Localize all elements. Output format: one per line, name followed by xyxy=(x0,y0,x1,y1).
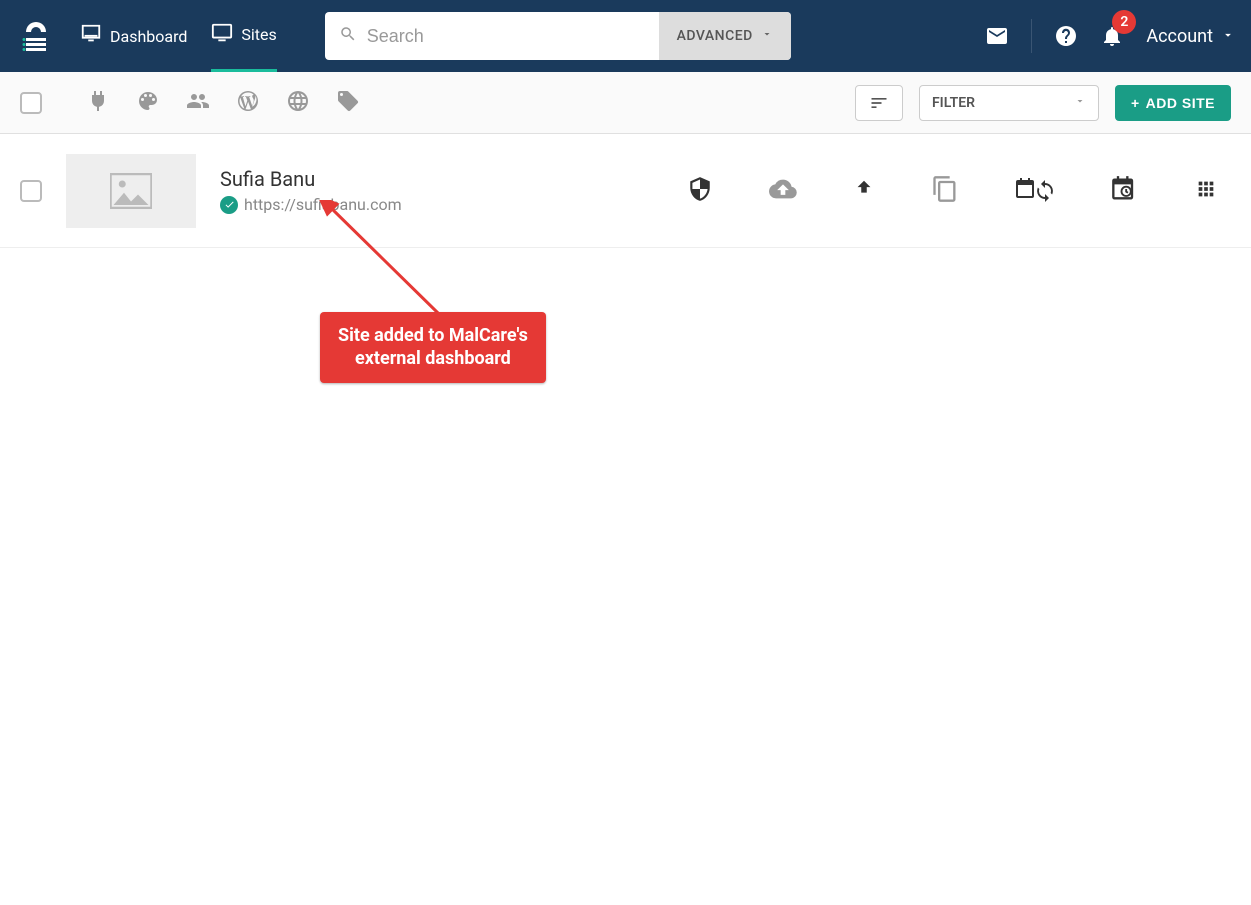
toolbar-right: FILTER + ADD SITE xyxy=(855,85,1231,121)
search-input[interactable] xyxy=(367,26,645,47)
staging-icon[interactable] xyxy=(931,175,959,207)
dashboard-icon xyxy=(80,23,102,49)
history-schedule-icon[interactable] xyxy=(1111,175,1139,207)
security-icon[interactable] xyxy=(687,176,713,206)
site-thumbnail xyxy=(66,154,196,228)
search-container: ADVANCED xyxy=(325,12,791,60)
select-all-checkbox[interactable] xyxy=(20,92,42,114)
nav-sites[interactable]: Sites xyxy=(211,0,276,72)
chevron-down-icon xyxy=(761,28,773,44)
account-menu[interactable]: Account xyxy=(1146,26,1235,47)
site-row: Sufia Banu https://sufiabanu.com xyxy=(0,134,1251,248)
advanced-label: ADVANCED xyxy=(677,28,753,44)
upload-icon[interactable] xyxy=(853,178,875,204)
annotation-line1: Site added to MalCare's xyxy=(338,325,528,346)
sync-schedule-icon[interactable] xyxy=(1015,175,1055,207)
plugin-icon[interactable] xyxy=(86,89,110,117)
add-site-button[interactable]: + ADD SITE xyxy=(1115,85,1231,121)
annotation-line2: external dashboard xyxy=(355,348,511,369)
sites-toolbar: FILTER + ADD SITE xyxy=(0,72,1251,134)
site-url[interactable]: https://sufiabanu.com xyxy=(244,195,402,214)
separator xyxy=(1031,19,1032,53)
filter-select[interactable]: FILTER xyxy=(919,85,1099,121)
chevron-down-icon xyxy=(1221,26,1235,47)
plus-icon: + xyxy=(1131,95,1140,111)
filter-label: FILTER xyxy=(932,95,975,111)
apps-grid-icon[interactable] xyxy=(1195,178,1217,204)
notification-badge: 2 xyxy=(1112,10,1136,34)
brand-logo xyxy=(16,16,56,56)
mail-icon[interactable] xyxy=(985,24,1009,48)
site-info: Sufia Banu https://sufiabanu.com xyxy=(220,167,402,214)
header-right: 2 Account xyxy=(985,19,1235,53)
notifications-button[interactable]: 2 xyxy=(1100,24,1124,48)
nav-dashboard[interactable]: Dashboard xyxy=(80,0,187,72)
tag-icon[interactable] xyxy=(336,89,360,117)
sort-button[interactable] xyxy=(855,85,903,121)
wordpress-icon[interactable] xyxy=(236,89,260,117)
cloud-backup-icon[interactable] xyxy=(769,175,797,207)
annotation-callout: Site added to MalCare's external dashboa… xyxy=(320,312,546,383)
verified-badge-icon xyxy=(220,196,238,214)
advanced-search-button[interactable]: ADVANCED xyxy=(659,12,791,60)
users-icon[interactable] xyxy=(186,89,210,117)
search-icon xyxy=(339,25,357,47)
theme-icon[interactable] xyxy=(136,89,160,117)
globe-icon[interactable] xyxy=(286,89,310,117)
site-name: Sufia Banu xyxy=(220,167,402,191)
site-checkbox[interactable] xyxy=(20,180,42,202)
account-label: Account xyxy=(1146,26,1213,47)
add-site-label: ADD SITE xyxy=(1146,95,1215,111)
monitor-icon xyxy=(211,22,233,48)
site-actions xyxy=(687,175,1231,207)
nav-sites-label: Sites xyxy=(241,25,276,44)
nav-dashboard-label: Dashboard xyxy=(110,27,187,46)
help-icon[interactable] xyxy=(1054,24,1078,48)
app-header: Dashboard Sites ADVANCED 2 Account xyxy=(0,0,1251,72)
chevron-down-icon xyxy=(1074,95,1086,111)
